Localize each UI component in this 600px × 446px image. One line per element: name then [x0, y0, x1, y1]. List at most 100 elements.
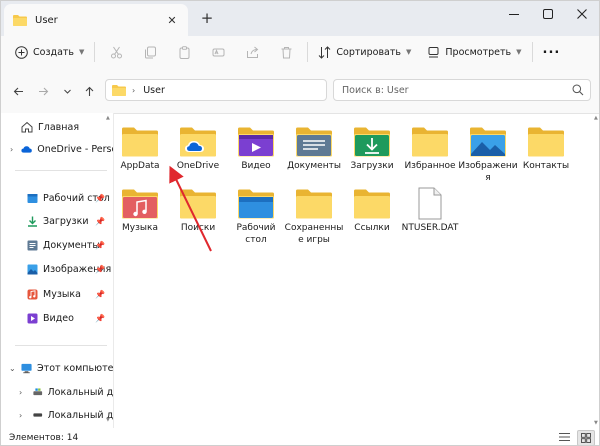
- sidebar-item-label: Загрузки: [43, 215, 89, 227]
- chevron-right-icon[interactable]: ›: [19, 411, 22, 420]
- chevron-right-icon[interactable]: ›: [10, 145, 13, 154]
- download-icon: [28, 216, 37, 227]
- view-label: Просмотреть: [445, 46, 512, 58]
- sidebar-item-label: Главная: [38, 121, 80, 133]
- separator: [307, 42, 309, 62]
- sidebar-item-label: Локальный диск: [47, 386, 114, 398]
- tiles-view-button[interactable]: [577, 430, 595, 445]
- sort-icon: [319, 45, 331, 59]
- chevron-down-icon: ▼: [79, 48, 85, 56]
- pin-icon[interactable]: 📌: [95, 314, 105, 323]
- details-view-button[interactable]: [556, 430, 572, 444]
- computer-icon: [21, 363, 32, 373]
- sidebar-item-label: Этот компьютер: [37, 362, 113, 374]
- maximize-icon: [543, 9, 553, 19]
- arrow-left-icon: [13, 87, 23, 95]
- folder-icon: [13, 15, 27, 26]
- plus-circle-icon: [15, 45, 28, 59]
- close-window-button[interactable]: [565, 4, 599, 24]
- address-field[interactable]: › User: [105, 79, 327, 101]
- create-button[interactable]: Создать ▼: [9, 40, 90, 64]
- arrow-right-icon: [38, 87, 48, 95]
- home-icon: [21, 121, 33, 133]
- address-path[interactable]: User: [143, 85, 165, 96]
- more-options-button[interactable]: ...: [537, 37, 567, 67]
- recent-locations-button[interactable]: [58, 82, 76, 100]
- arrow-up-icon: [85, 86, 93, 96]
- sidebar-item-label: OneDrive - Personal: [37, 143, 113, 155]
- forward-button[interactable]: [34, 82, 52, 100]
- view-button[interactable]: Просмотреть ▼: [421, 40, 527, 64]
- cut-button[interactable]: [99, 40, 133, 64]
- search-box[interactable]: [333, 79, 591, 101]
- back-button[interactable]: [9, 82, 27, 100]
- sidebar-item-local-disk-d[interactable]: › Локальный диск: [1, 406, 113, 424]
- pin-icon[interactable]: 📌: [95, 194, 105, 203]
- sidebar-scrollbar[interactable]: ▲ ▼: [106, 113, 110, 423]
- pictures-icon: [27, 264, 38, 274]
- address-bar-row: › User: [1, 68, 599, 114]
- trash-icon: [281, 46, 292, 58]
- view-icon: [428, 46, 439, 57]
- search-input[interactable]: [342, 83, 562, 97]
- chevron-right-icon[interactable]: ›: [19, 388, 22, 397]
- music-icon: [27, 289, 38, 299]
- maximize-button[interactable]: [531, 4, 565, 24]
- create-label: Создать: [33, 46, 75, 58]
- minimize-button[interactable]: [497, 4, 531, 24]
- sidebar-item-label: Видео: [43, 312, 74, 324]
- file-list: NTUSER.DAT Ссылки Сохраненные игры Рабочий …: [114, 113, 599, 428]
- minimize-icon: [509, 14, 519, 15]
- grid-view-icon: [581, 433, 591, 443]
- chevron-down-icon[interactable]: ⌄: [9, 364, 16, 373]
- item-count: Элементов: 14: [9, 432, 79, 443]
- delete-button[interactable]: [269, 40, 303, 64]
- content-scrollbar[interactable]: ▲ ▼: [594, 113, 599, 428]
- navigation-pane: Главная › OneDrive - Personal Рабочий ст…: [1, 113, 114, 428]
- paste-button[interactable]: [167, 40, 201, 64]
- rename-icon: [212, 48, 225, 56]
- annotation-arrow: [169, 165, 212, 252]
- sidebar-item-onedrive[interactable]: › OneDrive - Personal: [1, 140, 113, 158]
- status-bar: Элементов: 14: [1, 428, 599, 445]
- drive-icon: [33, 413, 43, 417]
- up-button[interactable]: [80, 82, 98, 100]
- copy-button[interactable]: [133, 40, 167, 64]
- pin-icon[interactable]: 📌: [95, 217, 105, 226]
- folder-icon: [112, 85, 126, 96]
- title-bar: User ✕ +: [1, 1, 599, 36]
- separator: [94, 42, 96, 62]
- separator: [531, 42, 533, 62]
- divider: [15, 170, 107, 171]
- search-icon: [572, 84, 584, 96]
- explorer-window: User ✕ + Создать ▼ Сортировать ▼ Просмот…: [0, 0, 600, 446]
- tab-user[interactable]: User ✕: [4, 4, 188, 36]
- close-tab-icon[interactable]: ✕: [164, 12, 180, 28]
- pin-icon[interactable]: 📌: [95, 241, 105, 250]
- cut-icon: [110, 46, 122, 58]
- sidebar-item-label: Музыка: [43, 288, 81, 300]
- sidebar-item-label: Локальный диск: [47, 409, 114, 421]
- pin-icon[interactable]: 📌: [95, 265, 105, 274]
- chevron-right-icon[interactable]: ›: [132, 86, 135, 95]
- chevron-down-icon: ▼: [406, 48, 412, 56]
- paste-icon: [179, 45, 190, 59]
- divider: [15, 345, 107, 346]
- sidebar-item-local-disk-c[interactable]: › Локальный диск: [1, 383, 113, 401]
- sidebar-item-this-pc[interactable]: ⌄ Этот компьютер: [1, 359, 113, 377]
- sort-button[interactable]: Сортировать ▼: [312, 40, 417, 64]
- sidebar-item-home[interactable]: Главная: [1, 118, 113, 136]
- new-tab-button[interactable]: +: [198, 9, 216, 27]
- pin-icon[interactable]: 📌: [95, 290, 105, 299]
- list-view-icon: [558, 433, 570, 441]
- cloud-icon: [21, 146, 32, 153]
- drive-icon: [33, 388, 43, 396]
- share-button[interactable]: [235, 40, 269, 64]
- sidebar-item-label: Документы: [43, 239, 100, 251]
- command-bar: Создать ▼ Сортировать ▼ Просмотреть ▼ ..…: [1, 36, 599, 68]
- sort-label: Сортировать: [336, 46, 402, 58]
- videos-icon: [27, 313, 38, 323]
- rename-button[interactable]: [201, 40, 235, 64]
- documents-icon: [27, 240, 38, 250]
- chevron-down-icon: ▼: [516, 48, 522, 56]
